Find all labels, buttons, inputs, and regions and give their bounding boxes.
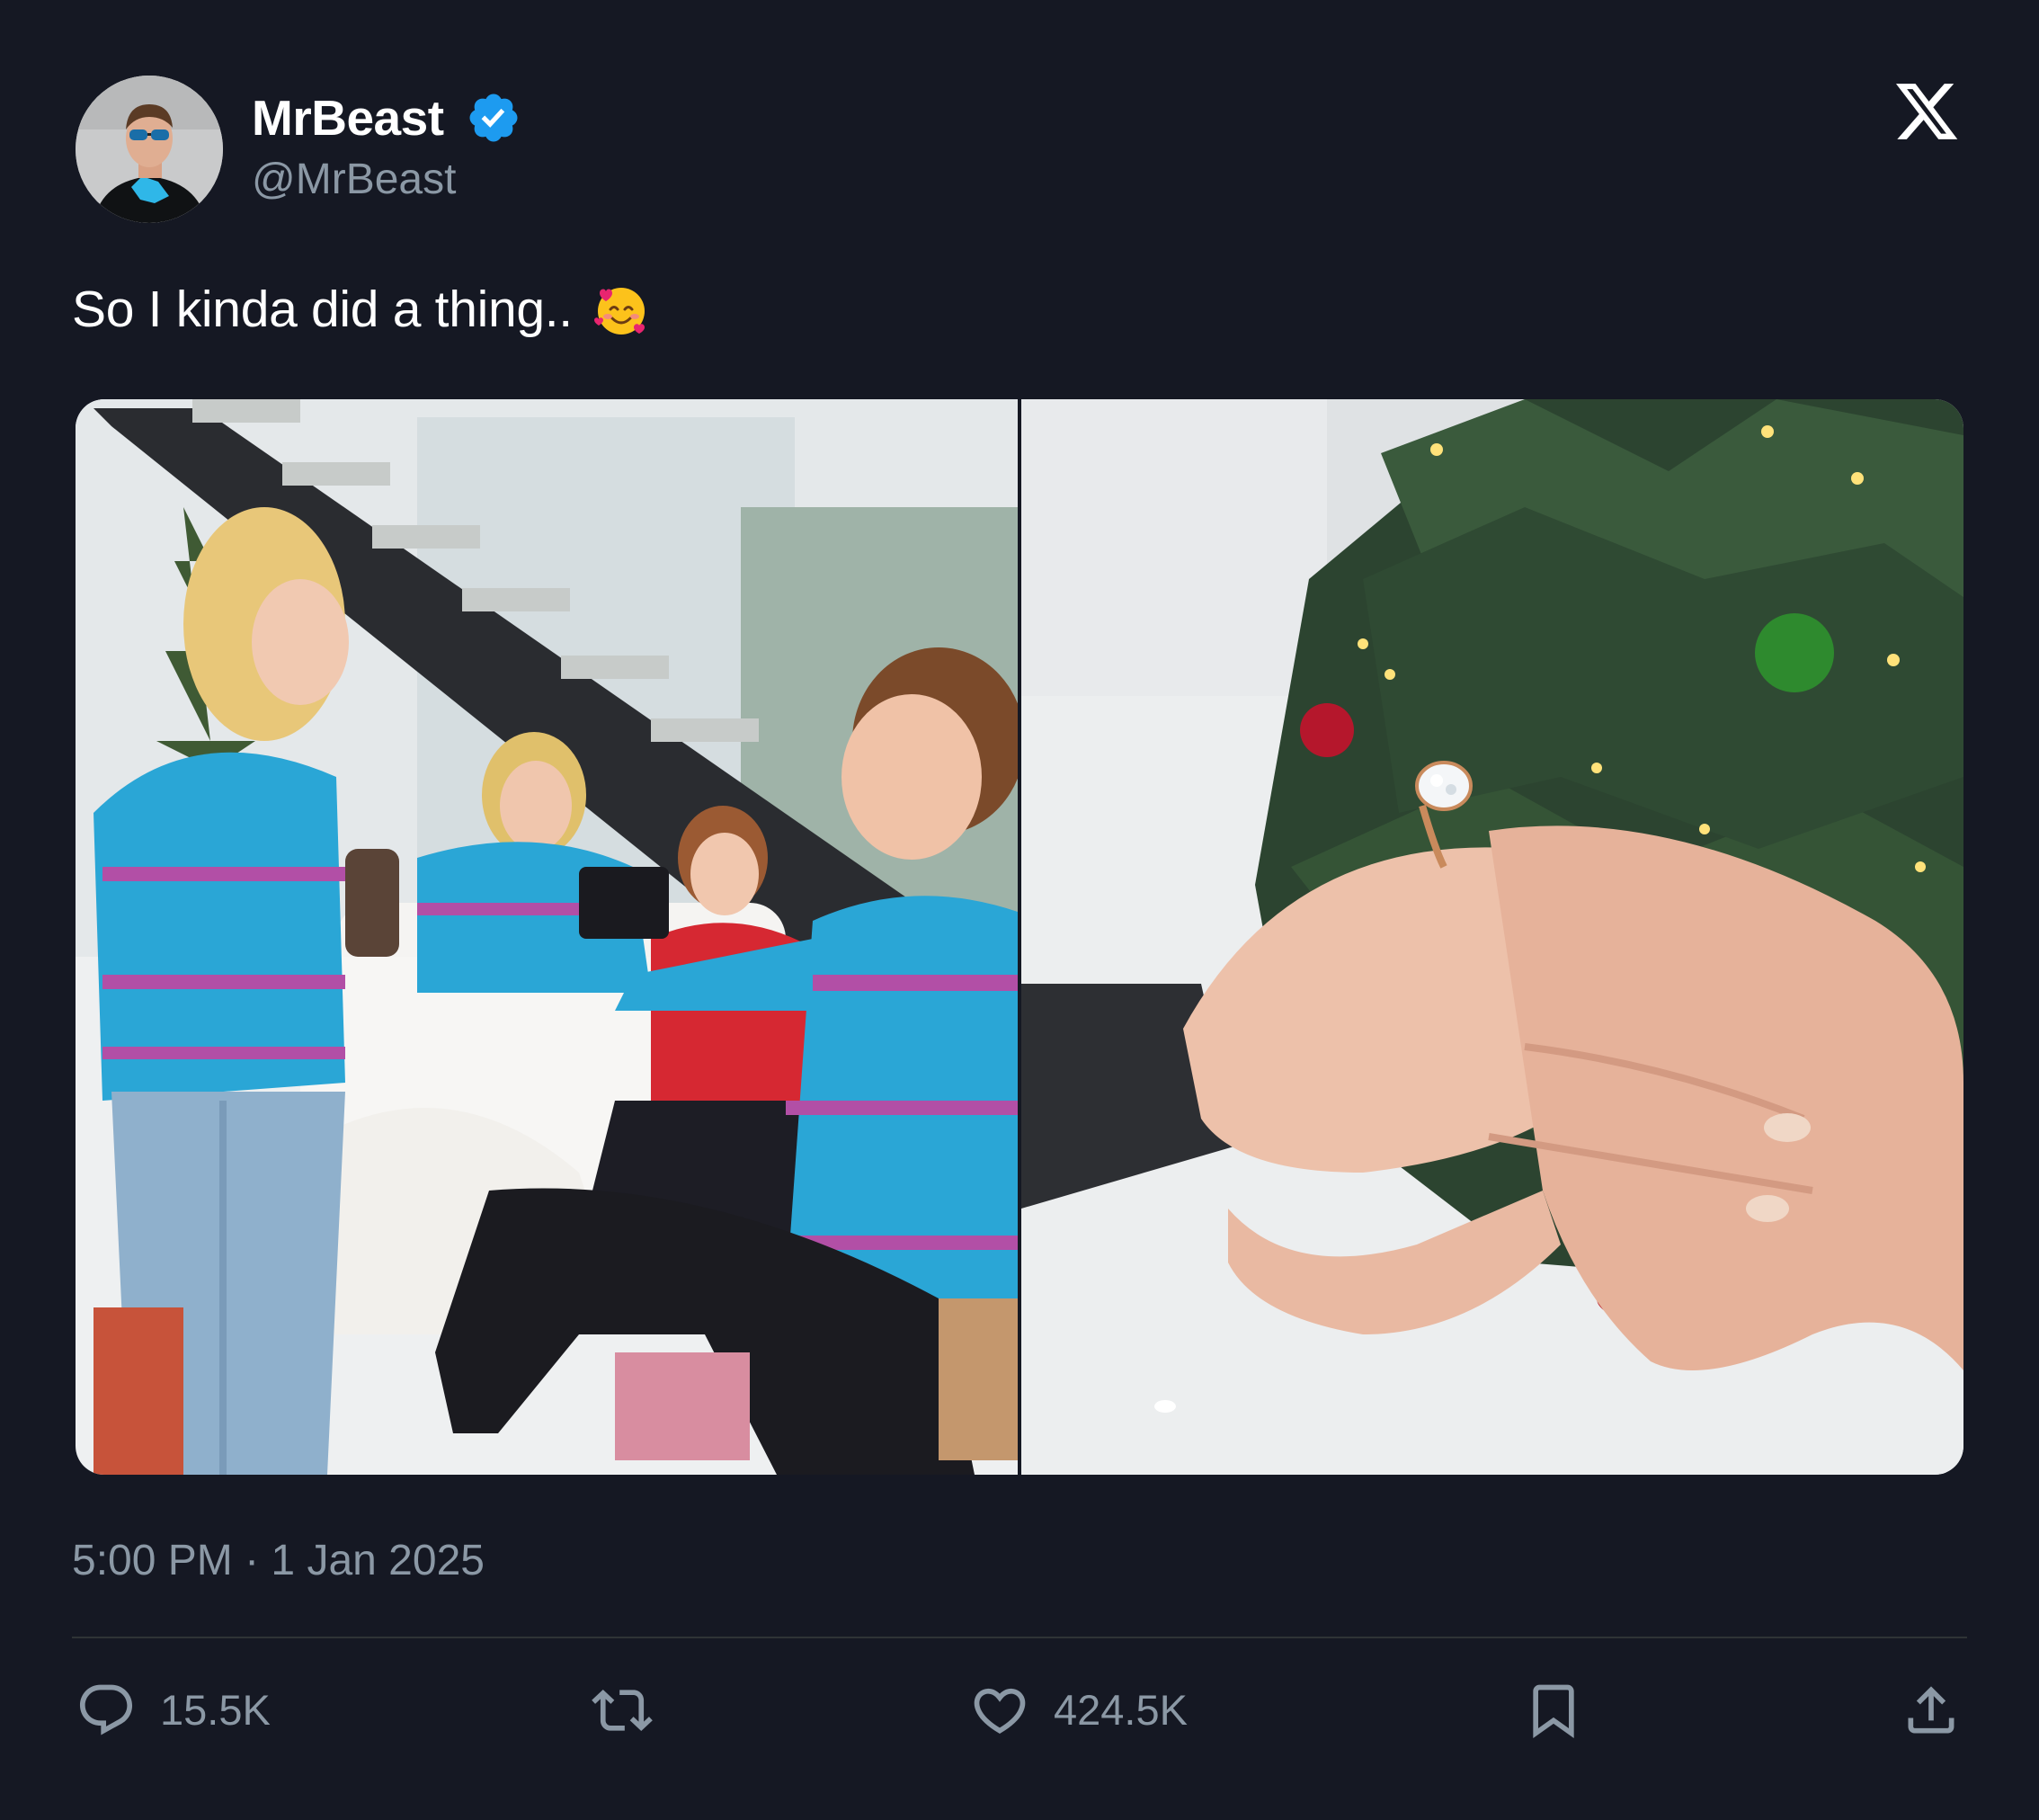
repost-button[interactable] [592, 1680, 653, 1741]
bookmark-button[interactable] [1523, 1680, 1584, 1741]
smiling-face-with-hearts-icon [593, 288, 645, 335]
reply-icon [79, 1684, 133, 1735]
share-button[interactable] [1901, 1680, 1962, 1741]
proposal-photo[interactable] [76, 399, 1018, 1475]
reply-button[interactable]: 15.5K [76, 1680, 271, 1741]
share-icon [1908, 1686, 1954, 1734]
reply-count: 15.5K [160, 1686, 271, 1734]
author-display-name[interactable]: MrBeast [252, 86, 444, 149]
author-handle[interactable]: @MrBeast [252, 153, 456, 207]
avatar-image [76, 76, 223, 223]
author-name-row[interactable]: MrBeast [252, 86, 521, 149]
like-count: 424.5K [1054, 1686, 1188, 1734]
like-button[interactable]: 424.5K [969, 1680, 1188, 1741]
author-avatar[interactable] [76, 76, 223, 223]
actions-divider [72, 1637, 1967, 1638]
verified-badge-icon [469, 94, 518, 142]
repost-icon [592, 1689, 653, 1732]
tweet-text: So I kinda did a thing.. [72, 277, 650, 342]
tweet-timestamp[interactable]: 5:00 PM · 1 Jan 2025 [72, 1534, 485, 1588]
proposal-photo-image [76, 399, 1018, 1475]
bookmark-icon [1533, 1684, 1574, 1738]
x-logo-icon[interactable] [1892, 77, 1962, 146]
ring-photo-image [1021, 399, 1963, 1475]
ring-photo[interactable] [1021, 399, 1963, 1475]
tweet-media[interactable] [76, 399, 1963, 1475]
tweet-body: So I kinda did a thing.. [72, 281, 573, 338]
heart-icon [974, 1688, 1026, 1734]
